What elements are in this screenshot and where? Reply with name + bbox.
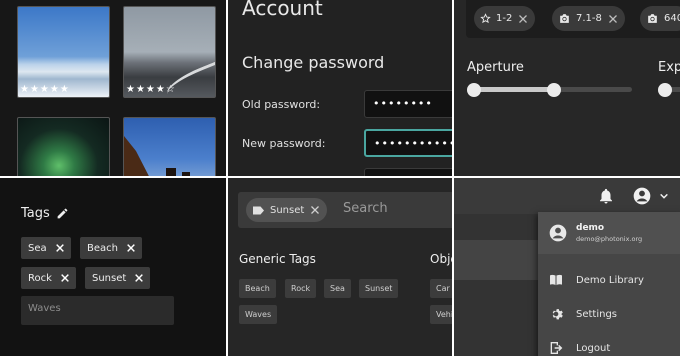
tags-heading: Tags	[21, 206, 69, 221]
confirm-password-field[interactable]	[364, 168, 452, 176]
filter-chip[interactable]: 7.1-8	[552, 6, 625, 31]
page-title: Account	[242, 0, 323, 20]
tags-title: Tags	[21, 206, 50, 221]
object-tags-heading: Obje	[430, 252, 452, 266]
object-tag[interactable]: Car	[430, 279, 452, 298]
camera-icon	[648, 14, 657, 23]
tag-label: Sea	[28, 242, 47, 254]
tags-editor-panel: Tags Sea Beach Rock Sunset Waves	[0, 178, 226, 356]
search-bar[interactable]: Sunset Search	[238, 192, 452, 228]
filter-chip[interactable]: 1-2	[474, 6, 536, 31]
generic-tag[interactable]: Sunset	[359, 279, 399, 298]
user-email: demo@photonix.org	[576, 235, 643, 243]
gear-icon	[552, 309, 563, 320]
photo-gallery-panel: ★★★★★ ★★★★☆	[0, 0, 226, 176]
camera-icon	[560, 14, 569, 23]
old-password-label: Old password:	[242, 98, 321, 111]
filters-panel: 1-2 7.1-8 640 Aperture Exp	[454, 0, 680, 176]
tag-chip[interactable]: Sunset	[85, 267, 151, 289]
rating-stars[interactable]: ★★★★☆	[126, 85, 176, 95]
search-chip-label: Sunset	[270, 204, 305, 216]
menu-item-label: Settings	[576, 308, 618, 320]
bell-icon[interactable]	[597, 187, 615, 205]
tag-chip[interactable]: Beach	[80, 237, 142, 259]
filter-chip-label: 1-2	[496, 13, 513, 24]
chevron-down-icon[interactable]	[659, 191, 669, 201]
generic-tag[interactable]: Rock	[285, 279, 317, 298]
pencil-icon[interactable]	[56, 207, 69, 220]
filter-chip[interactable]: 640	[640, 6, 680, 31]
remove-tag-icon[interactable]	[55, 243, 65, 253]
user-name: demo	[576, 223, 605, 233]
generic-tags-heading: Generic Tags	[239, 252, 316, 266]
screenshot-collage: ★★★★★ ★★★★☆ Account Change password Old …	[0, 0, 680, 356]
filter-chip-label: 7.1-8	[576, 13, 602, 24]
new-password-label: New password:	[242, 137, 326, 150]
new-password-field[interactable]: ••••••••••••••	[364, 129, 452, 157]
search-panel: Sunset Search Generic Tags Obje Beach Ro…	[228, 178, 452, 356]
aperture-slider-min-handle[interactable]	[467, 83, 481, 97]
photo-thumbnail[interactable]: ★★★★☆	[123, 6, 216, 98]
close-icon[interactable]	[517, 13, 529, 25]
photo-thumbnail[interactable]: ★★★★★	[17, 6, 110, 98]
menu-item-label: Demo Library	[576, 274, 644, 286]
menu-item-label: Logout	[576, 342, 611, 354]
rating-stars[interactable]: ★★★★★	[20, 85, 70, 95]
search-tag-chip[interactable]: Sunset	[246, 198, 328, 222]
aperture-label: Aperture	[467, 60, 524, 75]
remove-tag-icon[interactable]	[134, 273, 144, 283]
exposure-slider-min-handle[interactable]	[658, 83, 672, 97]
filter-chip-label: 640	[664, 13, 680, 24]
photo-thumbnail[interactable]	[123, 117, 216, 176]
photo-rock-detail	[166, 168, 176, 176]
logout-icon	[550, 342, 563, 354]
search-input[interactable]: Search	[343, 201, 388, 216]
tag-icon	[253, 206, 264, 214]
object-tag[interactable]: Vehi	[430, 305, 452, 324]
add-tag-input[interactable]: Waves	[21, 296, 174, 325]
generic-tag[interactable]: Beach	[239, 279, 276, 298]
menu-item-demo-library[interactable]: Demo Library	[538, 264, 680, 296]
tag-label: Sunset	[92, 272, 127, 284]
app-header	[454, 178, 680, 214]
menu-item-settings[interactable]: Settings	[538, 298, 680, 330]
close-icon[interactable]	[607, 13, 619, 25]
tag-label: Rock	[28, 272, 52, 284]
photo-thumbnail[interactable]	[17, 117, 110, 176]
account-circle-icon[interactable]	[632, 186, 652, 206]
aperture-slider-max-handle[interactable]	[547, 83, 561, 97]
photo-rock-detail	[182, 172, 190, 176]
generic-tag[interactable]: Waves	[239, 305, 278, 324]
user-menu-panel: demo demo@photonix.org Demo Library Sett…	[454, 178, 680, 356]
account-circle-icon	[549, 224, 567, 242]
old-password-field[interactable]: ••••••••	[364, 90, 452, 118]
tag-label: Beach	[87, 242, 118, 254]
user-info: demo demo@photonix.org	[538, 212, 680, 254]
generic-tag[interactable]: Sea	[324, 279, 351, 298]
library-icon	[550, 274, 562, 286]
account-panel: Account Change password Old password: ••…	[228, 0, 452, 176]
tag-chip[interactable]: Rock	[21, 267, 76, 289]
tag-chip[interactable]: Sea	[21, 237, 71, 259]
photo-rock-detail	[124, 136, 154, 176]
star-outline-icon	[480, 13, 491, 24]
exposure-label: Exp	[658, 60, 680, 75]
aperture-slider-range	[474, 87, 554, 92]
remove-tag-icon[interactable]	[126, 243, 136, 253]
menu-item-logout[interactable]: Logout	[538, 332, 680, 356]
user-dropdown-menu: demo demo@photonix.org Demo Library Sett…	[538, 212, 680, 356]
section-title: Change password	[242, 53, 385, 72]
remove-tag-icon[interactable]	[60, 273, 70, 283]
close-icon[interactable]	[309, 204, 321, 216]
active-filters-bar: 1-2 7.1-8 640	[466, 0, 680, 38]
